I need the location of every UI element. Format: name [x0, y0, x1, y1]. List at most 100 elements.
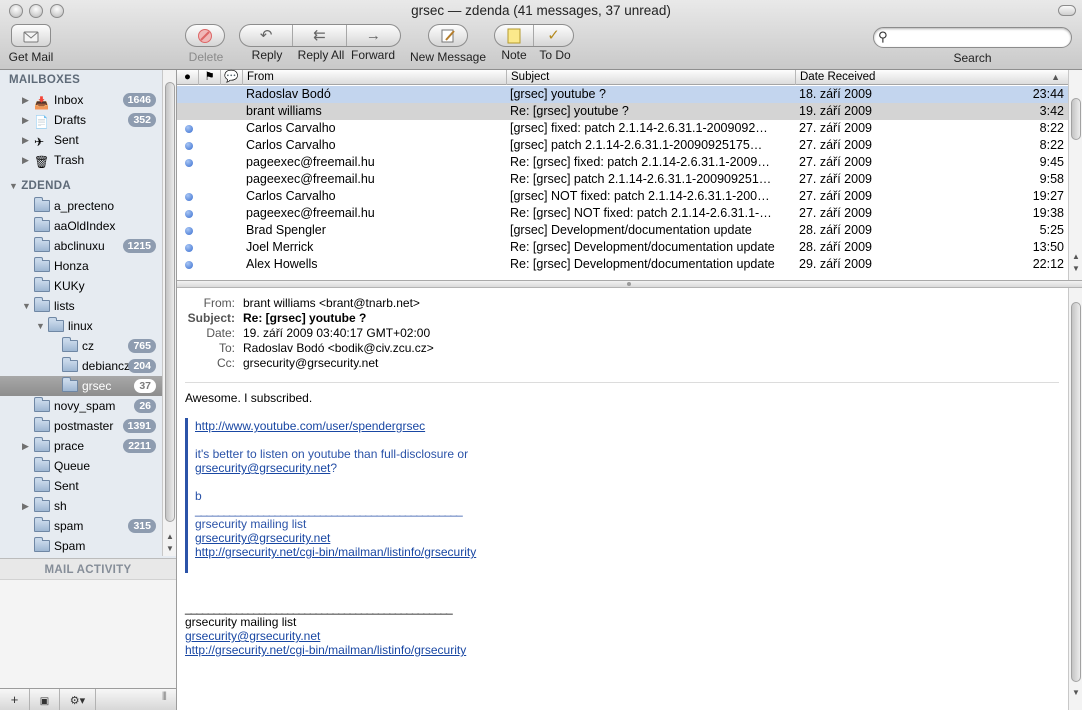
disclosure-triangle-icon[interactable]: ▶	[22, 110, 29, 130]
new-message-label: New Message	[410, 50, 487, 64]
note-button[interactable]	[495, 25, 535, 46]
to-value[interactable]: Radoslav Bodó <bodik@civ.zcu.cz>	[243, 341, 434, 356]
message-time: 13:50	[1032, 240, 1064, 254]
disclosure-triangle-icon[interactable]: ▶	[22, 150, 29, 170]
search-icon: ⚲	[878, 29, 888, 44]
unread-column-header[interactable]: ●	[177, 70, 199, 85]
folder-spam[interactable]: Spam	[0, 536, 162, 556]
folder-a-precteno[interactable]: a_precteno	[0, 196, 162, 216]
folder-queue[interactable]: Queue	[0, 456, 162, 476]
message-list-scroll-thumb[interactable]	[1071, 98, 1081, 140]
message-row[interactable]: Carlos Carvalho [grsec] patch 2.1.14-2.6.…	[177, 137, 1068, 154]
disclosure-open-icon[interactable]: ▼	[9, 181, 18, 191]
date-column-header[interactable]: Date Received ▲	[796, 70, 1068, 85]
sidebar-scroll-thumb[interactable]	[165, 82, 175, 522]
folder-label: KUKy	[54, 279, 85, 293]
sidebar-scrollbar[interactable]: ▲ ▼	[162, 70, 176, 556]
show-photo-browser-button[interactable]: ▣	[30, 689, 60, 710]
preview-scroll-thumb[interactable]	[1071, 302, 1081, 682]
scroll-up-arrow-icon[interactable]: ▲	[166, 532, 174, 541]
message-row[interactable]: Brad Spengler [grsec] Development/documen…	[177, 222, 1068, 239]
subject-column-header[interactable]: Subject	[507, 70, 796, 85]
mailbox-trash[interactable]: ▶ 🗑 Trash	[0, 150, 162, 170]
message-row[interactable]: Alex Howells Re: [grsec] Development/docu…	[177, 256, 1068, 273]
toolbar-toggle-button[interactable]	[1058, 5, 1076, 16]
message-row[interactable]: pageexec@freemail.hu Re: [grsec] fixed: p…	[177, 154, 1068, 171]
quote-list-email-link[interactable]: grsecurity@grsecurity.net	[195, 531, 330, 545]
mailboxes-heading[interactable]: MAILBOXES	[0, 70, 162, 90]
folder-kuky[interactable]: KUKy	[0, 276, 162, 296]
forward-button[interactable]: →	[347, 25, 400, 46]
footer-email-link[interactable]: grsecurity@grsecurity.net	[185, 629, 320, 643]
note-icon	[507, 28, 521, 43]
quote-email-link[interactable]: grsecurity@grsecurity.net	[195, 461, 330, 475]
folder-novy-spam[interactable]: novy_spam 26	[0, 396, 162, 416]
flag-column-header[interactable]: ⚑	[199, 70, 221, 85]
from-column-header[interactable]: From	[243, 70, 507, 85]
action-menu-button[interactable]: ⚙▾	[60, 689, 96, 710]
folder-postmaster[interactable]: postmaster 1391	[0, 416, 162, 436]
message-list-scrollbar[interactable]: ▲ ▼	[1068, 70, 1082, 280]
folder-sent[interactable]: Sent	[0, 476, 162, 496]
scroll-up-arrow-icon[interactable]: ▲	[1072, 252, 1080, 261]
folder-debiancz[interactable]: debiancz 204	[0, 356, 162, 376]
unread-count-badge: 1646	[122, 93, 156, 107]
todo-button[interactable]: ✓	[534, 25, 573, 46]
scroll-down-arrow-icon[interactable]: ▼	[1072, 264, 1080, 273]
disclosure-triangle-icon[interactable]: ▶	[22, 90, 29, 110]
folder-icon	[34, 217, 50, 232]
new-message-button[interactable]: New Message	[410, 24, 486, 64]
reply-all-button[interactable]: ⇇	[293, 25, 347, 46]
reply-button[interactable]: ↶	[240, 25, 294, 46]
mail-activity-heading[interactable]: MAIL ACTIVITY	[0, 558, 176, 580]
folder-linux[interactable]: ▼ linux	[0, 316, 162, 336]
message-row[interactable]: brant williams Re: [grsec] youtube ? 19. z…	[177, 103, 1068, 120]
replied-column-header[interactable]: 💬	[221, 70, 243, 85]
disclosure-triangle-icon[interactable]: ▶	[22, 496, 29, 516]
sidebar: MAILBOXES ▶ 📥 Inbox 1646 ▶ 📄 Drafts 352 …	[0, 70, 177, 710]
folder-prace[interactable]: ▶ prace 2211	[0, 436, 162, 456]
mailbox-inbox[interactable]: ▶ 📥 Inbox 1646	[0, 90, 162, 110]
scroll-down-arrow-icon[interactable]: ▼	[1072, 688, 1080, 697]
message-subject: [grsec] NOT fixed: patch 2.1.14-2.6.31.1…	[510, 189, 770, 203]
compose-icon	[441, 29, 455, 42]
cc-value[interactable]: grsecurity@grsecurity.net	[243, 356, 378, 371]
from-value[interactable]: brant williams <brant@tnarb.net>	[243, 296, 420, 311]
folder-sh[interactable]: ▶ sh	[0, 496, 162, 516]
folder-spam-lower[interactable]: spam 315	[0, 516, 162, 536]
folder-label: novy_spam	[54, 399, 116, 413]
delete-button[interactable]: Delete	[185, 24, 227, 64]
youtube-link[interactable]: http://www.youtube.com/user/spendergrsec	[195, 419, 425, 433]
disclosure-open-icon[interactable]: ▼	[36, 316, 45, 336]
message-row[interactable]: Joel Merrick Re: [grsec] Development/docu…	[177, 239, 1068, 256]
scroll-down-arrow-icon[interactable]: ▼	[166, 544, 174, 553]
folder-aaoldindex[interactable]: aaOldIndex	[0, 216, 162, 236]
search-input[interactable]	[873, 27, 1072, 48]
folder-grsec[interactable]: grsec 37	[0, 376, 162, 396]
pane-splitter[interactable]	[177, 281, 1082, 288]
footer-list-name: grsecurity mailing list	[185, 615, 297, 629]
folder-honza[interactable]: Honza	[0, 256, 162, 276]
disclosure-triangle-icon[interactable]: ▶	[22, 130, 29, 150]
preview-scrollbar[interactable]: ▼	[1068, 288, 1082, 710]
folder-lists[interactable]: ▼ lists	[0, 296, 162, 316]
message-row[interactable]: Carlos Carvalho [grsec] NOT fixed: patch …	[177, 188, 1068, 205]
message-row[interactable]: Radoslav Bodó [grsec] youtube ? 18. září 2…	[177, 86, 1068, 103]
account-heading[interactable]: ▼ ZDENDA	[0, 176, 162, 196]
quote-list-url-link[interactable]: http://grsecurity.net/cgi-bin/mailman/li…	[195, 545, 476, 559]
folder-label: linux	[68, 319, 93, 333]
folder-abclinuxu[interactable]: abclinuxu 1215	[0, 236, 162, 256]
disclosure-triangle-icon[interactable]: ▶	[22, 436, 29, 456]
folder-cz[interactable]: cz 765	[0, 336, 162, 356]
disclosure-open-icon[interactable]: ▼	[22, 296, 31, 316]
message-row[interactable]: Carlos Carvalho [grsec] fixed: patch 2.1.…	[177, 120, 1068, 137]
resize-handle-icon[interactable]: ⦀	[162, 691, 167, 704]
get-mail-button[interactable]: Get Mail	[8, 24, 54, 64]
mailbox-sent[interactable]: ▶ ✈ Sent	[0, 130, 162, 150]
message-row[interactable]: pageexec@freemail.hu Re: [grsec] NOT fixe…	[177, 205, 1068, 222]
add-mailbox-button[interactable]: +	[0, 689, 30, 710]
message-row[interactable]: pageexec@freemail.hu Re: [grsec] patch 2.…	[177, 171, 1068, 188]
header-key: Cc:	[217, 356, 235, 370]
footer-url-link[interactable]: http://grsecurity.net/cgi-bin/mailman/li…	[185, 643, 466, 657]
mailbox-drafts[interactable]: ▶ 📄 Drafts 352	[0, 110, 162, 130]
